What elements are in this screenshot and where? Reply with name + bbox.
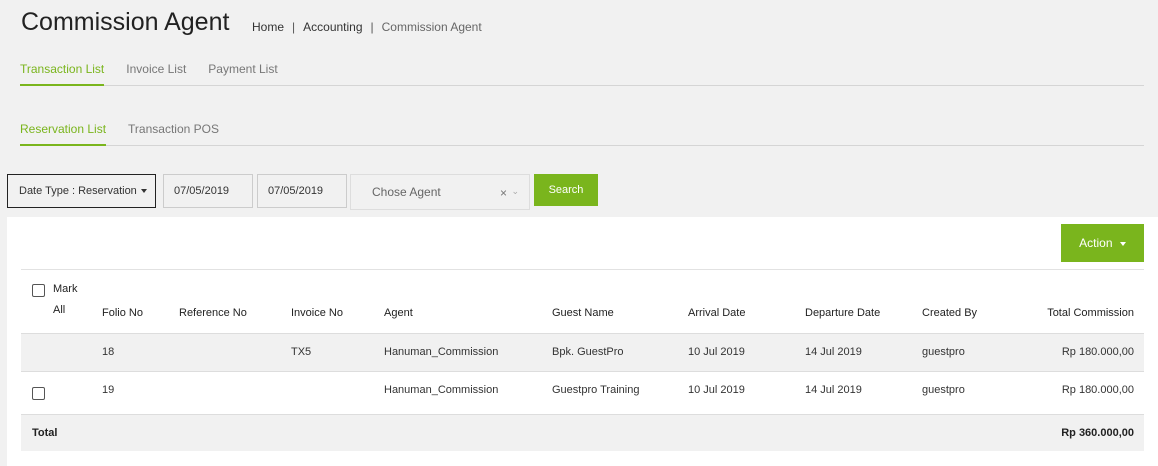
total-row: Total Rp 360.000,00 [21,414,1144,451]
col-departure-date[interactable]: Departure Date [805,307,880,319]
divider [21,269,1144,270]
col-created-by[interactable]: Created By [922,307,977,319]
table-row[interactable]: 19 Hanuman_Commission Guestpro Training … [21,371,1144,414]
date-type-label: Date Type : Reservation [19,185,137,197]
action-button[interactable]: Action [1061,224,1144,262]
cell-folio: 18 [102,346,115,358]
cell-folio: 19 [102,384,115,396]
caret-down-icon [140,189,147,193]
col-reference-no[interactable]: Reference No [179,307,247,319]
total-label: Total [32,427,58,439]
cell-agent: Hanuman_Commission [384,346,499,358]
date-from-input[interactable] [163,174,253,208]
mark-all-label: Mark [53,283,78,295]
cell-departure: 14 Jul 2019 [805,346,862,358]
cell-arrival: 10 Jul 2019 [688,384,745,396]
caret-down-icon [1119,241,1126,246]
breadcrumb: Home | Accounting | Commission Agent [252,20,482,34]
cell-guest-name: Bpk. GuestPro [552,346,624,358]
col-arrival-date[interactable]: Arrival Date [688,307,745,319]
breadcrumb-home[interactable]: Home [252,20,284,34]
tab-transaction-list[interactable]: Transaction List [20,62,105,86]
breadcrumb-separator: | [370,20,374,34]
tab-transaction-pos[interactable]: Transaction POS [128,122,219,146]
breadcrumb-separator: | [292,20,296,34]
mark-all-label-line2: All [53,304,66,316]
col-invoice-no[interactable]: Invoice No [291,307,343,319]
page-title: Commission Agent [21,8,230,36]
agent-select[interactable]: Chose Agent × ⌄ [350,174,530,210]
cell-commission: Rp 180.000,00 [1061,346,1134,358]
clear-icon[interactable]: × [500,186,507,200]
sub-tabs: Reservation List Transaction POS [20,122,1144,146]
date-type-dropdown[interactable]: Date Type : Reservation [7,174,156,208]
total-value: Rp 360.000,00 [1061,427,1134,439]
col-agent[interactable]: Agent [384,307,413,319]
chevron-down-icon: ⌄ [511,186,519,196]
main-tabs: Transaction List Invoice List Payment Li… [20,62,1144,86]
date-to-input[interactable] [257,174,347,208]
table-row[interactable]: 18 TX5 Hanuman_Commission Bpk. GuestPro … [21,333,1144,371]
cell-created-by: guestpro [922,384,965,396]
breadcrumb-accounting[interactable]: Accounting [303,20,362,34]
col-total-commission[interactable]: Total Commission [1047,307,1134,319]
action-label: Action [1079,236,1113,250]
breadcrumb-current: Commission Agent [381,20,482,34]
col-folio-no[interactable]: Folio No [102,307,143,319]
cell-invoice: TX5 [291,346,312,358]
mark-all-checkbox[interactable] [32,284,45,297]
search-button[interactable]: Search [534,174,598,206]
row-checkbox[interactable] [32,387,45,400]
cell-agent: Hanuman_Commission [384,384,499,396]
tab-invoice-list[interactable]: Invoice List [126,62,186,86]
table-header: Mark All Folio No Reference No Invoice N… [21,277,1144,333]
col-guest-name[interactable]: Guest Name [552,307,614,319]
tab-payment-list[interactable]: Payment List [208,62,277,86]
results-panel: Action Mark All Folio No Reference No In… [7,217,1158,466]
cell-departure: 14 Jul 2019 [805,384,862,396]
agent-select-placeholder: Chose Agent [372,185,441,199]
cell-guest-name: Guestpro Training [552,384,640,396]
tab-reservation-list[interactable]: Reservation List [20,122,107,146]
cell-arrival: 10 Jul 2019 [688,346,745,358]
cell-created-by: guestpro [922,346,965,358]
cell-commission: Rp 180.000,00 [1061,384,1134,396]
